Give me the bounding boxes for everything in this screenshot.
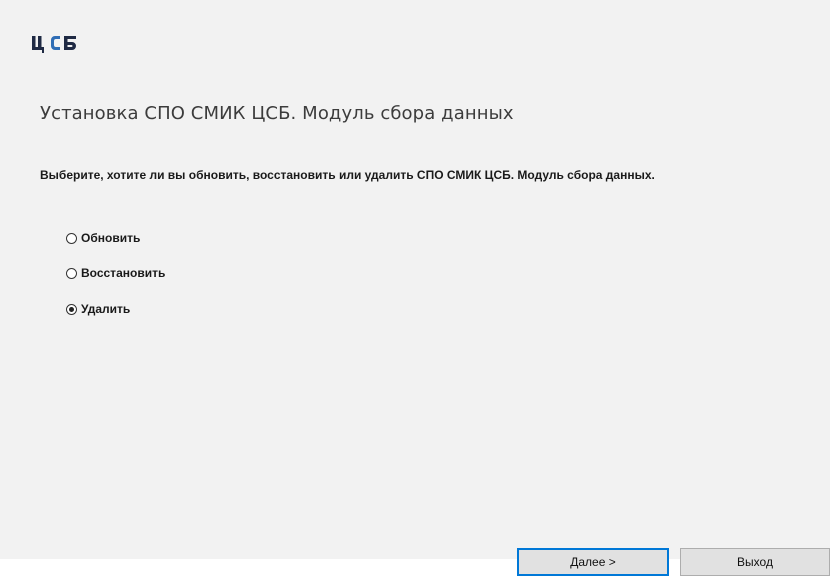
radio-option-update[interactable]: Обновить (66, 231, 140, 245)
logo-icon (32, 36, 76, 53)
next-button[interactable]: Далее > (517, 548, 669, 576)
logo (32, 32, 82, 54)
radio-option-repair[interactable]: Восстановить (66, 266, 165, 280)
radio-label-update: Обновить (81, 231, 141, 245)
prompt-text: Выберите, хотите ли вы обновить, восстан… (40, 168, 655, 182)
installer-window: Установка СПО СМИК ЦСБ. Модуль сбора дан… (0, 0, 830, 576)
radio-label-remove: Удалить (81, 302, 131, 316)
radio-icon[interactable] (66, 232, 77, 244)
radio-option-remove[interactable]: Удалить (66, 302, 130, 316)
exit-button[interactable]: Выход (680, 548, 830, 576)
radio-label-repair: Восстановить (81, 266, 166, 280)
page-title: Установка СПО СМИК ЦСБ. Модуль сбора дан… (40, 103, 514, 124)
radio-icon[interactable] (66, 303, 77, 315)
radio-icon[interactable] (66, 267, 77, 279)
